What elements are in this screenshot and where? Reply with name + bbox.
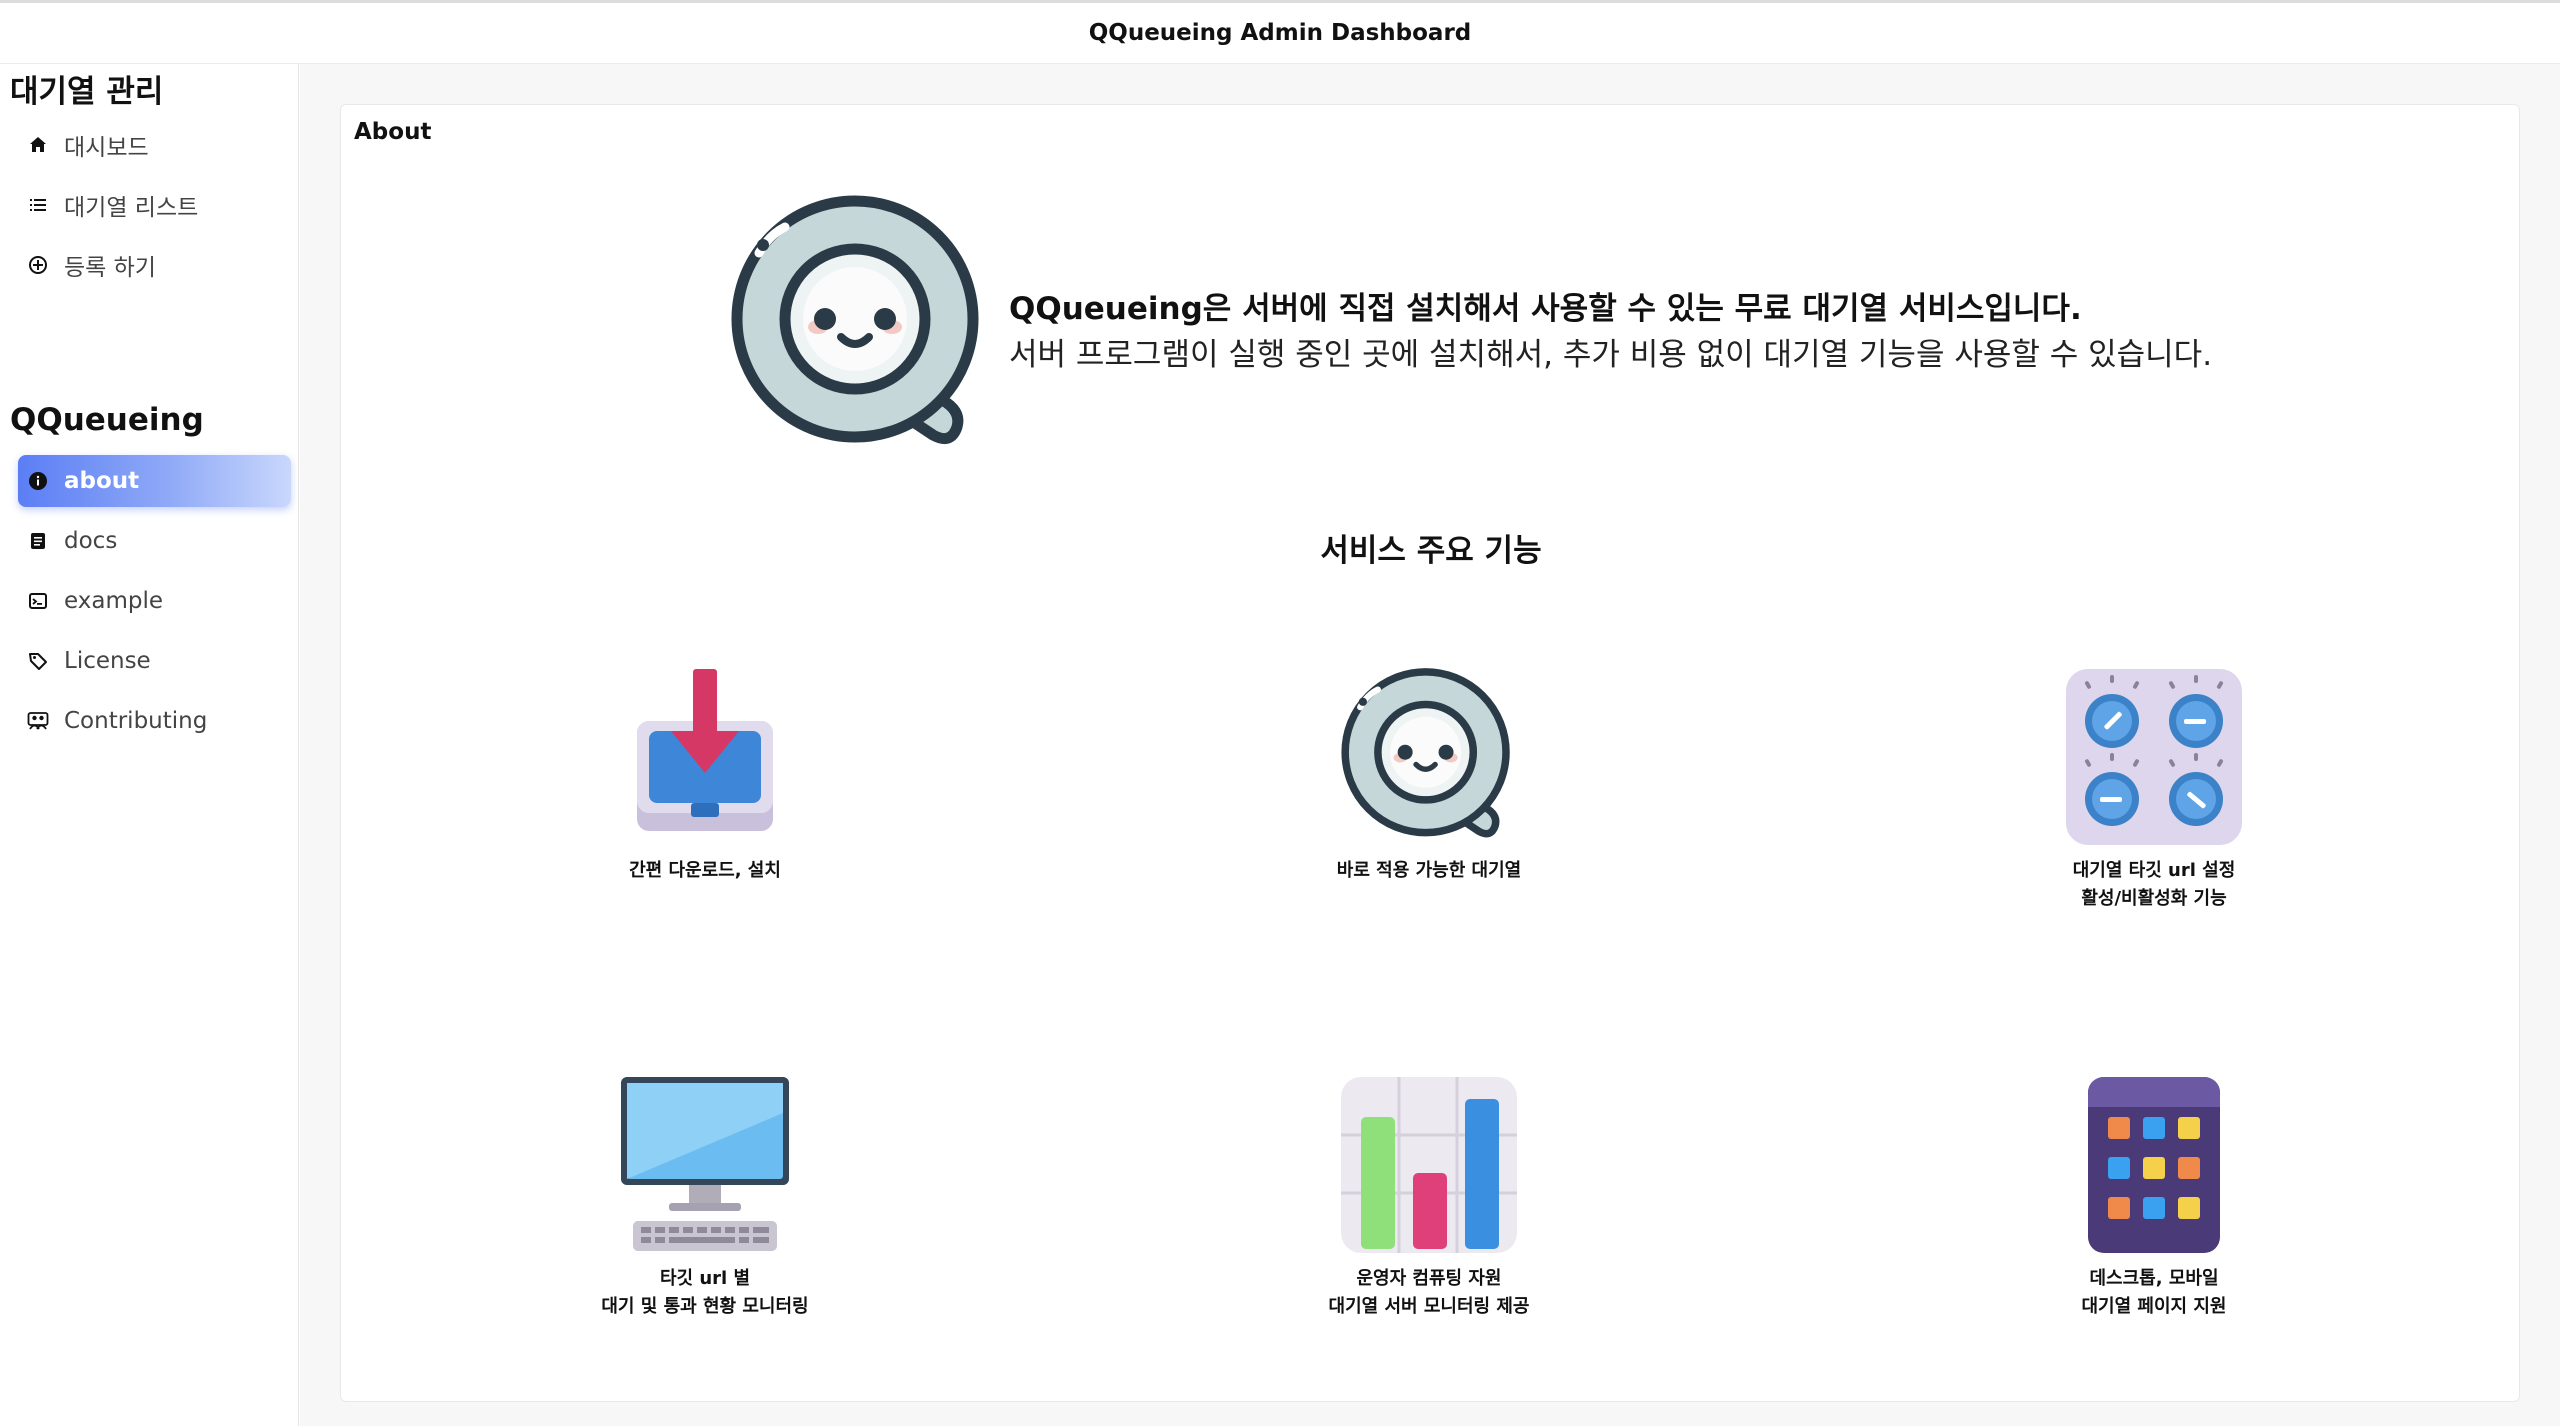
feature-label: 대기열 서버 모니터링 제공	[1328, 1296, 1530, 1317]
feature-label: 대기열 페이지 지원	[2081, 1296, 2227, 1317]
feature-label: 바로 적용 가능한 대기열	[1336, 860, 1522, 881]
feature-label: 운영자 컴퓨팅 자원	[1356, 1268, 1502, 1289]
sidebar-item-dashboard[interactable]: 대시보드	[18, 119, 291, 171]
feature-item: 간편 다운로드, 설치	[455, 665, 955, 885]
document-icon	[26, 529, 50, 553]
qqueueing-logo-icon	[1341, 668, 1510, 838]
home-icon	[26, 133, 50, 157]
sidebar-item-license[interactable]: License	[18, 635, 291, 687]
feature-item: 데스크톱, 모바일 대기열 페이지 지원	[1904, 1073, 2404, 1321]
sidebar-item-contributing[interactable]: Contributing	[18, 695, 291, 747]
sidebar-item-example[interactable]: example	[18, 575, 291, 627]
sidebar-item-label: 등록 하기	[64, 255, 156, 281]
feature-label: 간편 다운로드, 설치	[629, 860, 781, 881]
feature-item: 타깃 url 별 대기 및 통과 현황 모니터링	[455, 1073, 955, 1321]
sidebar-section-title-queue-management: 대기열 관리	[10, 74, 164, 110]
features-heading: 서비스 주요 기능	[1320, 533, 1542, 569]
hero-headline: QQueueing은 서버에 직접 설치해서 사용할 수 있는 무료 대기열 서…	[1009, 291, 2082, 327]
mobile-apps-icon	[2088, 1077, 2220, 1253]
sidebar-item-about[interactable]: about	[18, 455, 291, 507]
sidebar-item-label: example	[64, 588, 163, 614]
desktop-computer-icon	[621, 1077, 789, 1251]
sidebar-item-label: License	[64, 648, 151, 674]
feature-item: 운영자 컴퓨팅 자원 대기열 서버 모니터링 제공	[1179, 1073, 1679, 1321]
sidebar-section-title-qqueueing: QQueueing	[10, 402, 204, 438]
about-card: About QQueueing은 서버에 직접 설치해서 사용할 수 있는 무료…	[340, 104, 2520, 1402]
feature-label: 대기 및 통과 현황 모니터링	[601, 1296, 809, 1317]
top-bar: QQueueing Admin Dashboard	[0, 0, 2560, 64]
bar-chart-icon	[1341, 1077, 1517, 1253]
sidebar-item-queue-list[interactable]: 대기열 리스트	[18, 179, 291, 231]
sidebar-item-register[interactable]: 등록 하기	[18, 239, 291, 291]
sidebar-item-label: about	[64, 468, 140, 494]
control-knobs-icon	[2066, 669, 2242, 845]
sidebar-item-label: docs	[64, 528, 118, 554]
feature-label: 데스크톱, 모바일	[2089, 1268, 2219, 1289]
feature-label: 대기열 타깃 url 설정	[2072, 860, 2236, 881]
feature-label: 타깃 url 별	[659, 1268, 751, 1289]
main-content: About QQueueing은 서버에 직접 설치해서 사용할 수 있는 무료…	[300, 64, 2560, 1426]
feature-label: 활성/비활성화 기능	[2081, 888, 2227, 909]
info-icon	[26, 469, 50, 493]
sidebar-item-docs[interactable]: docs	[18, 515, 291, 567]
page-title: About	[354, 119, 432, 145]
qqueueing-logo-icon	[731, 195, 979, 445]
sidebar-item-label: Contributing	[64, 708, 208, 734]
tag-icon	[26, 649, 50, 673]
app-title: QQueueing Admin Dashboard	[1088, 20, 1472, 46]
download-tray-icon	[637, 669, 773, 831]
feature-item: 바로 적용 가능한 대기열	[1179, 665, 1679, 885]
hero-description: 서버 프로그램이 실행 중인 곳에 설치해서, 추가 비용 없이 대기열 기능을…	[1009, 337, 2213, 373]
sidebar-item-label: 대기열 리스트	[64, 195, 199, 221]
terminal-icon	[26, 589, 50, 613]
plus-circle-icon	[26, 253, 50, 277]
list-icon	[26, 193, 50, 217]
sidebar-item-label: 대시보드	[64, 135, 149, 161]
sidebar: 대기열 관리 대시보드 대기열 리스트 등록 하기 QQueueing abou…	[0, 64, 299, 1426]
feature-item: 대기열 타깃 url 설정 활성/비활성화 기능	[1904, 665, 2404, 913]
people-icon	[26, 709, 50, 733]
